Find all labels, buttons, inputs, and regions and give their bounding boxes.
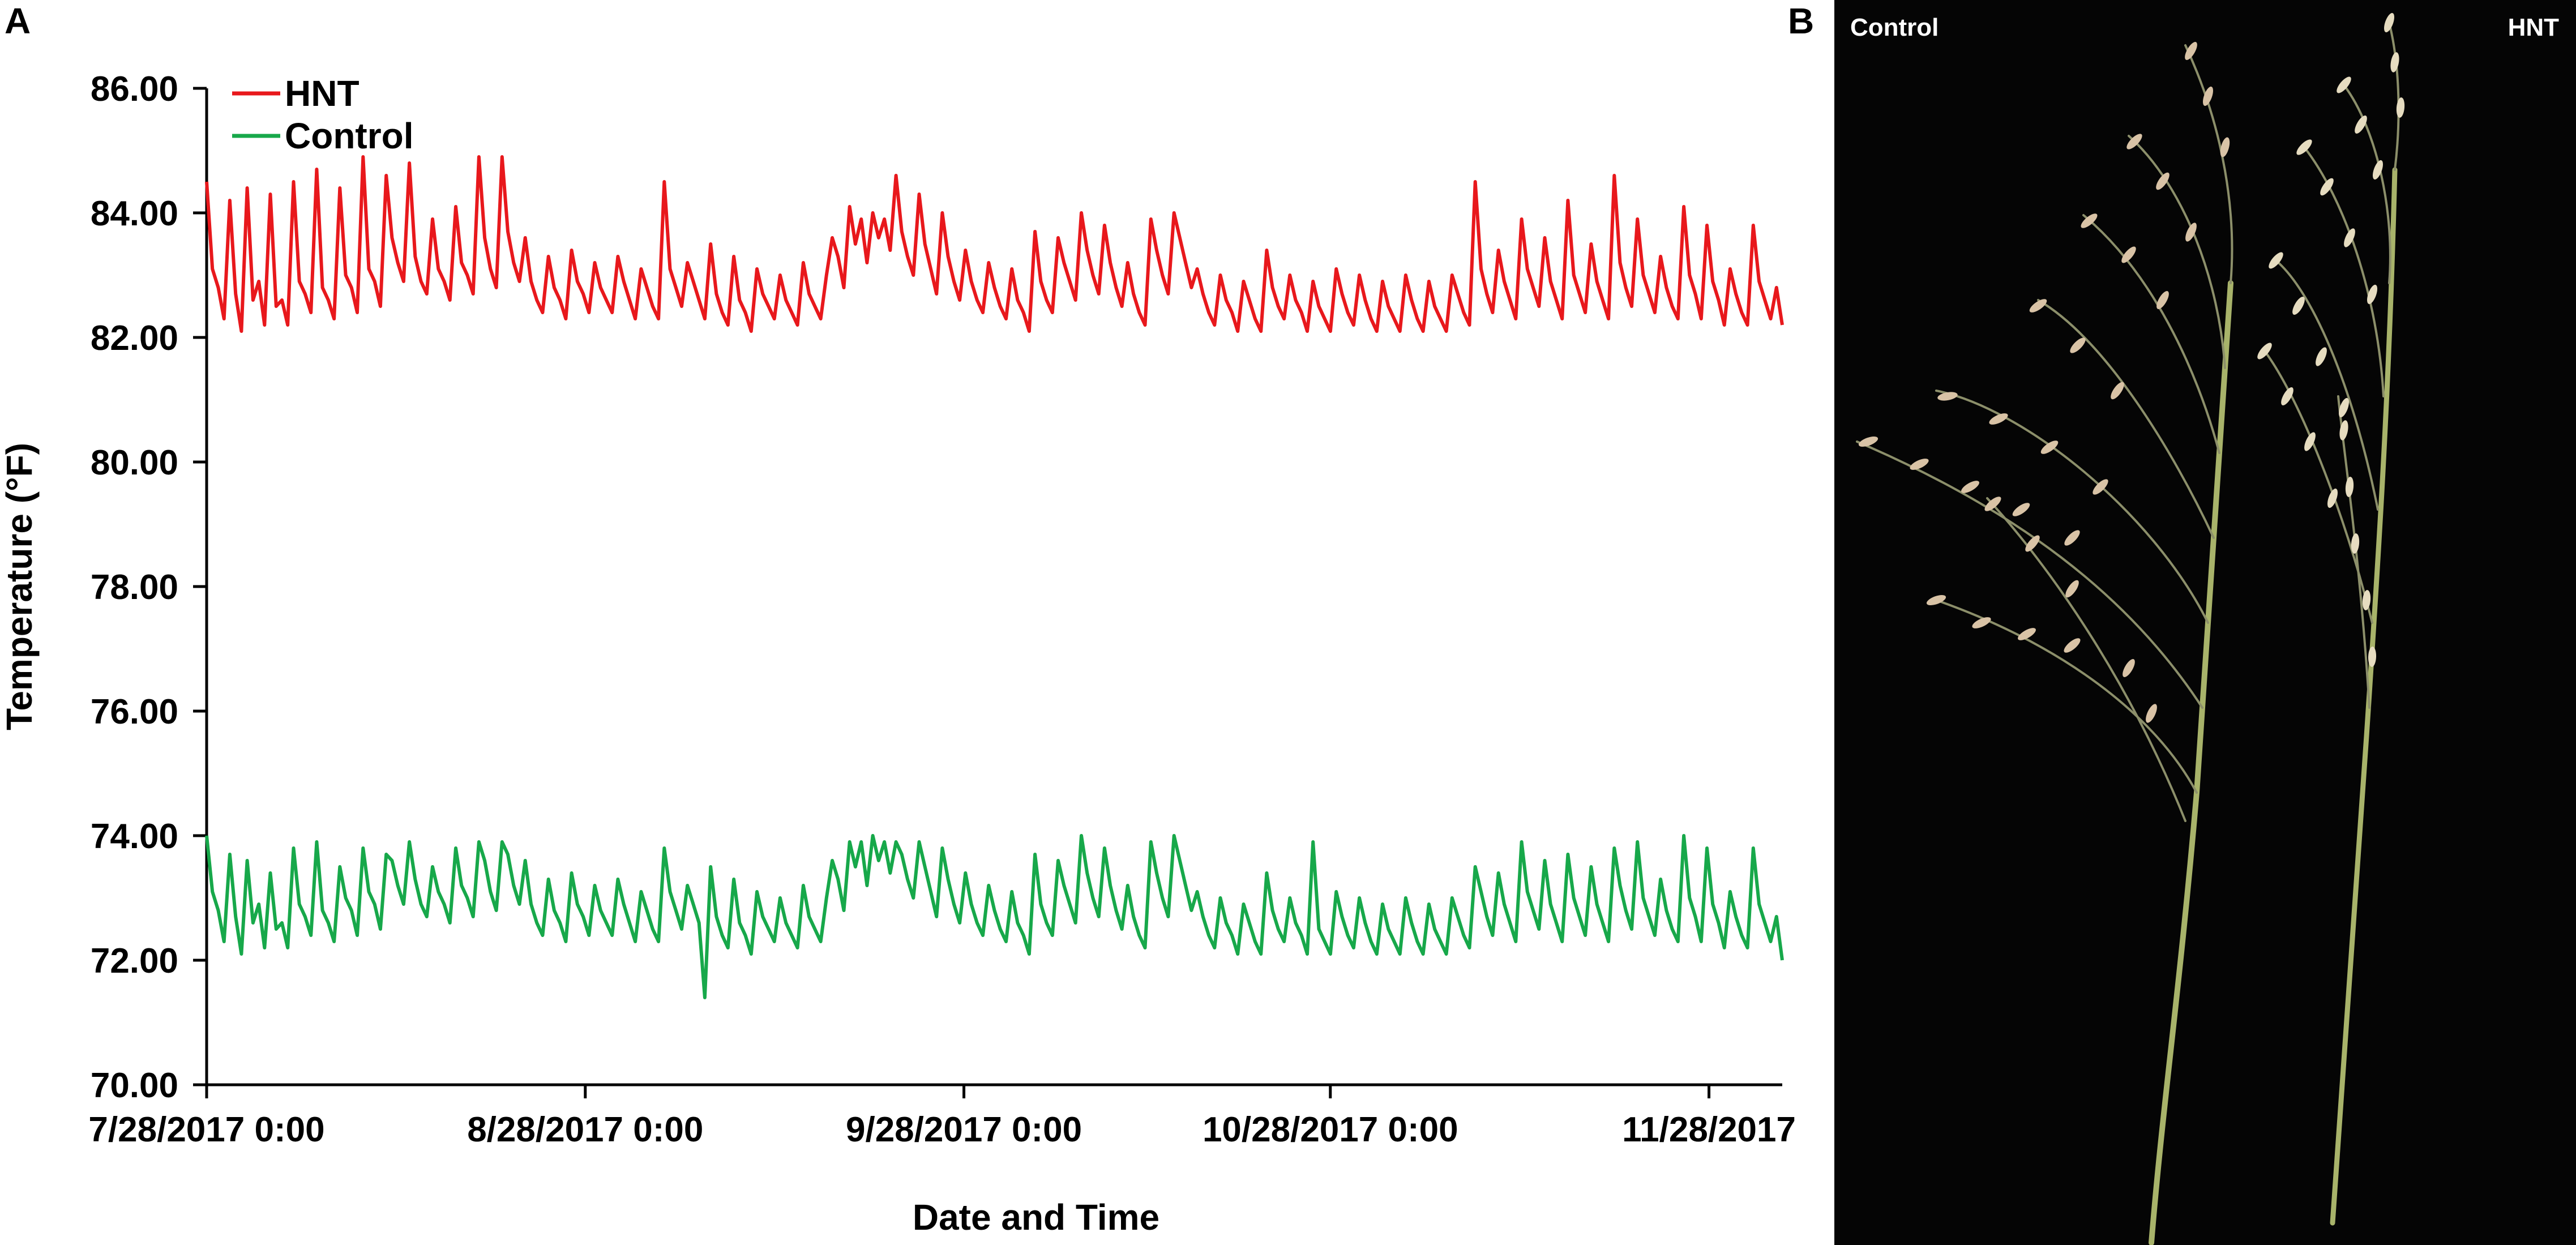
control-stem: [2149, 280, 2233, 1245]
y-tick-label: 70.00: [91, 1066, 178, 1105]
control-branch: [2037, 299, 2215, 539]
legend-label: Control: [285, 115, 414, 156]
hnt-grain: [2384, 12, 2395, 33]
control-branch: [1856, 440, 2203, 709]
y-tick-label: 86.00: [91, 70, 178, 109]
hnt-stem: [2330, 167, 2398, 1226]
hnt-branch: [2343, 84, 2391, 284]
temperature-chart: 70.00 72.00 74.00 76.00 78.00 80.00 82.00 84.00…: [0, 70, 1796, 1238]
control-grain: [1926, 594, 1946, 606]
hnt-branch: [2263, 350, 2373, 624]
control-grain: [2012, 503, 2030, 516]
y-tick-label: 72.00: [91, 942, 178, 981]
control-grain: [2064, 638, 2081, 653]
control-grain: [2156, 291, 2169, 309]
hnt-grain: [2339, 420, 2348, 440]
rice-panicle-photo: Control HNT: [1834, 0, 2576, 1245]
hnt-grain: [2296, 139, 2312, 155]
hnt-grain: [2396, 97, 2405, 118]
chart-series: [205, 155, 1784, 999]
control-grain: [2146, 704, 2157, 723]
control-branch: [2082, 214, 2220, 454]
photo-label-control: Control: [1850, 14, 1939, 41]
hnt-grain: [2362, 590, 2371, 610]
control-grain: [2064, 530, 2080, 546]
y-tick-label: 82.00: [91, 319, 178, 358]
control-branch: [2184, 44, 2233, 284]
control-branch: [1935, 599, 2198, 794]
panicle-illustration: [1856, 12, 2405, 1245]
series-line-control: [205, 834, 1784, 999]
control-branch: [1986, 497, 2186, 822]
hnt-branch: [2303, 146, 2385, 397]
y-tick-label: 84.00: [91, 194, 178, 233]
control-grain: [2111, 382, 2124, 400]
control-grain: [2123, 659, 2135, 677]
series-line-hnt: [205, 155, 1784, 333]
control-branch: [2128, 135, 2226, 369]
hnt-grain: [2345, 477, 2354, 497]
y-tick-label: 76.00: [91, 692, 178, 731]
hnt-branch: [2388, 22, 2400, 171]
hnt-grain: [2390, 52, 2399, 72]
x-axis-label: Date and Time: [913, 1197, 1159, 1238]
hnt-grain: [2337, 76, 2351, 93]
y-tick-label: 78.00: [91, 568, 178, 607]
y-tick-label: 74.00: [91, 817, 178, 856]
legend-label: HNT: [285, 73, 360, 114]
x-tick-label: 7/28/2017 0:00: [88, 1110, 324, 1149]
hnt-grain: [2292, 297, 2305, 315]
x-tick-label: 10/28/2017 0:00: [1203, 1110, 1458, 1149]
chart-legend: HNTControl: [232, 73, 414, 156]
x-tick-label: 9/28/2017 0:00: [846, 1110, 1082, 1149]
hnt-grain: [2316, 347, 2327, 366]
hnt-grain: [2257, 343, 2272, 360]
y-axis-label: Temperature (°F): [0, 443, 40, 730]
y-tick-label: 80.00: [91, 443, 178, 482]
hnt-branch: [2275, 259, 2379, 511]
control-grain: [2065, 580, 2079, 598]
x-tick-label: 11/28/2017: [1622, 1110, 1796, 1149]
x-tick-label: 8/28/2017 0:00: [467, 1110, 703, 1149]
photo-label-hnt: HNT: [2507, 14, 2559, 41]
control-grain: [2070, 337, 2086, 353]
control-grain: [1961, 481, 1979, 493]
